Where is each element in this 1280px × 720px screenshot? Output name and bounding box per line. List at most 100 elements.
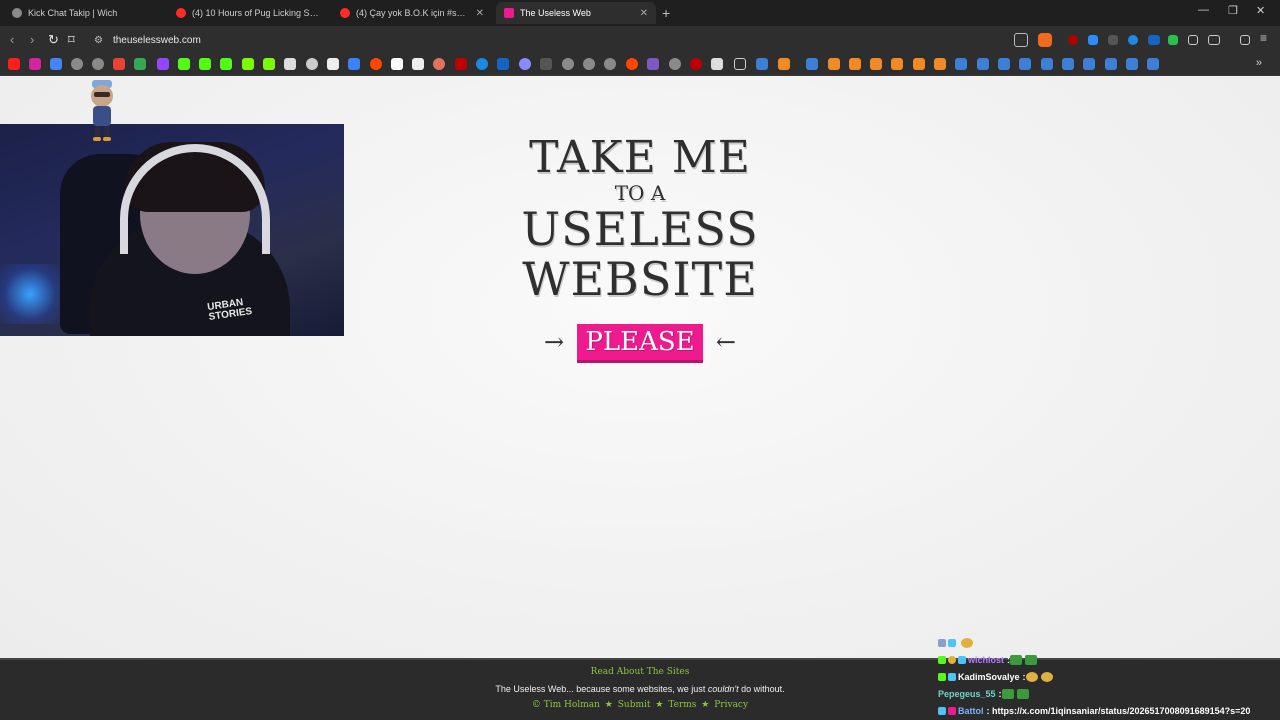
globe-bookmark-icon[interactable] — [562, 58, 574, 70]
tab-cay-short[interactable]: (4) Çay yok B.O.K için #shorts # ✕ — [332, 2, 492, 24]
bookmark-icon[interactable] — [849, 58, 861, 70]
bookmark-icon[interactable] — [913, 58, 925, 70]
maximize-icon[interactable]: ❐ — [1228, 4, 1238, 17]
chat-emote-icon — [1016, 688, 1029, 699]
x-bookmark-icon[interactable] — [327, 58, 339, 70]
bookmark-icon[interactable] — [647, 58, 659, 70]
youtube-bookmark-icon[interactable] — [8, 58, 20, 70]
extension-icon[interactable] — [1148, 35, 1160, 45]
kick-bookmark-icon[interactable] — [199, 58, 211, 70]
kick-bookmark-icon[interactable] — [178, 58, 190, 70]
bookmark-icon[interactable] — [391, 58, 403, 70]
bookmark-icon[interactable] — [306, 58, 318, 70]
address-bar[interactable]: ⚙ theuselessweb.com — [88, 29, 1032, 51]
extension-icon[interactable] — [1088, 35, 1098, 45]
extension-icon[interactable] — [1108, 35, 1118, 45]
youtube-icon — [340, 8, 350, 18]
submit-link[interactable]: Submit — [618, 700, 651, 710]
globe-bookmark-icon[interactable] — [583, 58, 595, 70]
bookmark-icon[interactable] — [778, 58, 790, 70]
new-tab-icon[interactable]: + — [662, 5, 670, 21]
sidebar-icon[interactable] — [1208, 35, 1220, 45]
bookmark-icon[interactable]: ⌑ — [68, 32, 75, 48]
steam-bookmark-icon[interactable] — [1126, 58, 1138, 70]
back-icon[interactable]: ‹ — [10, 32, 14, 47]
steam-bookmark-icon[interactable] — [998, 58, 1010, 70]
tagline-text: The Useless Web... because some websites… — [495, 684, 708, 694]
bookmark-icon[interactable] — [476, 58, 488, 70]
steam-bookmark-icon[interactable] — [1105, 58, 1117, 70]
bookmark-icon[interactable] — [540, 58, 552, 70]
tab-strip: Kick Chat Takip | Wich (4) 10 Hours of P… — [0, 0, 1280, 26]
reddit-bookmark-icon[interactable] — [370, 58, 382, 70]
ublock-icon[interactable] — [1068, 35, 1078, 45]
steam-bookmark-icon[interactable] — [977, 58, 989, 70]
kick-bookmark-icon[interactable] — [220, 58, 232, 70]
tab-kick-chat[interactable]: Kick Chat Takip | Wich — [4, 2, 164, 24]
steam-bookmark-icon[interactable] — [756, 58, 768, 70]
chat-overlay: wichlost : KadimSovalye : Pepegeus_55 : … — [938, 634, 1280, 720]
media-icon[interactable] — [1240, 35, 1250, 45]
chat-message: Pepegeus_55 : — [938, 685, 1280, 702]
star-separator-icon: ★ — [655, 700, 664, 710]
bookmark-icon[interactable] — [263, 58, 275, 70]
translate-bookmark-icon[interactable] — [50, 58, 62, 70]
bookmark-icon[interactable] — [690, 58, 702, 70]
site-settings-icon[interactable]: ⚙ — [94, 35, 103, 46]
globe-bookmark-icon[interactable] — [604, 58, 616, 70]
bookmark-icon[interactable] — [348, 58, 360, 70]
terms-link[interactable]: Terms — [668, 700, 696, 710]
extension-icon[interactable] — [1128, 35, 1138, 45]
extensions-puzzle-icon[interactable] — [1188, 35, 1198, 45]
folder-icon[interactable] — [734, 58, 746, 70]
brave-shield-icon[interactable] — [1038, 33, 1052, 47]
steam-bookmark-icon[interactable] — [1041, 58, 1053, 70]
reload-icon[interactable]: ↻ — [48, 32, 59, 48]
drive-bookmark-icon[interactable] — [134, 58, 146, 70]
bookmark-icon[interactable] — [891, 58, 903, 70]
close-tab-icon[interactable]: ✕ — [476, 8, 484, 19]
twitch-bookmark-icon[interactable] — [157, 58, 169, 70]
menu-icon[interactable]: ≡ — [1260, 31, 1267, 45]
chat-emote-icon — [1025, 654, 1038, 665]
please-button[interactable]: PLEASE — [577, 324, 703, 360]
author-link[interactable]: © Tim Holman — [532, 700, 600, 710]
chat-badge-icon — [948, 655, 956, 664]
bookmark-icon[interactable] — [433, 58, 445, 70]
bookmarks-overflow-icon[interactable]: » — [1256, 57, 1262, 69]
globe-bookmark-icon[interactable] — [669, 58, 681, 70]
gmail-bookmark-icon[interactable] — [113, 58, 125, 70]
bookmark-icon[interactable] — [497, 58, 509, 70]
close-tab-icon[interactable]: ✕ — [640, 8, 648, 19]
steam-bookmark-icon[interactable] — [955, 58, 967, 70]
amazon-bookmark-icon[interactable] — [412, 58, 424, 70]
hero-line-take-me: TAKE ME — [529, 132, 751, 183]
bookmark-icon[interactable] — [934, 58, 946, 70]
bookmark-icon[interactable] — [711, 58, 723, 70]
bookmark-icon[interactable] — [870, 58, 882, 70]
globe-bookmark-icon[interactable] — [71, 58, 83, 70]
bookmark-icon[interactable] — [455, 58, 467, 70]
steam-bookmark-icon[interactable] — [1083, 58, 1095, 70]
minimize-icon[interactable]: — — [1198, 4, 1209, 16]
reddit-bookmark-icon[interactable] — [626, 58, 638, 70]
bookmark-icon[interactable] — [828, 58, 840, 70]
tab-title: The Useless Web — [520, 8, 591, 18]
steam-bookmark-icon[interactable] — [1062, 58, 1074, 70]
bookmark-icon[interactable] — [519, 58, 531, 70]
tab-useless-web[interactable]: The Useless Web ✕ — [496, 2, 656, 24]
steam-bookmark-icon[interactable] — [806, 58, 818, 70]
instagram-bookmark-icon[interactable] — [29, 58, 41, 70]
privacy-link[interactable]: Privacy — [714, 700, 748, 710]
close-window-icon[interactable]: ✕ — [1256, 4, 1265, 17]
arrow-left-icon: ← — [715, 328, 736, 356]
bookmark-icon[interactable] — [242, 58, 254, 70]
forward-icon[interactable]: › — [30, 32, 34, 47]
tab-pug-video[interactable]: (4) 10 Hours of Pug Licking Screen ( — [168, 2, 328, 24]
steam-bookmark-icon[interactable] — [1019, 58, 1031, 70]
kick-extension-icon[interactable] — [1168, 35, 1178, 45]
steam-bookmark-icon[interactable] — [1147, 58, 1159, 70]
share-icon[interactable] — [1014, 33, 1028, 47]
globe-bookmark-icon[interactable] — [92, 58, 104, 70]
anchor-bookmark-icon[interactable] — [284, 58, 296, 70]
